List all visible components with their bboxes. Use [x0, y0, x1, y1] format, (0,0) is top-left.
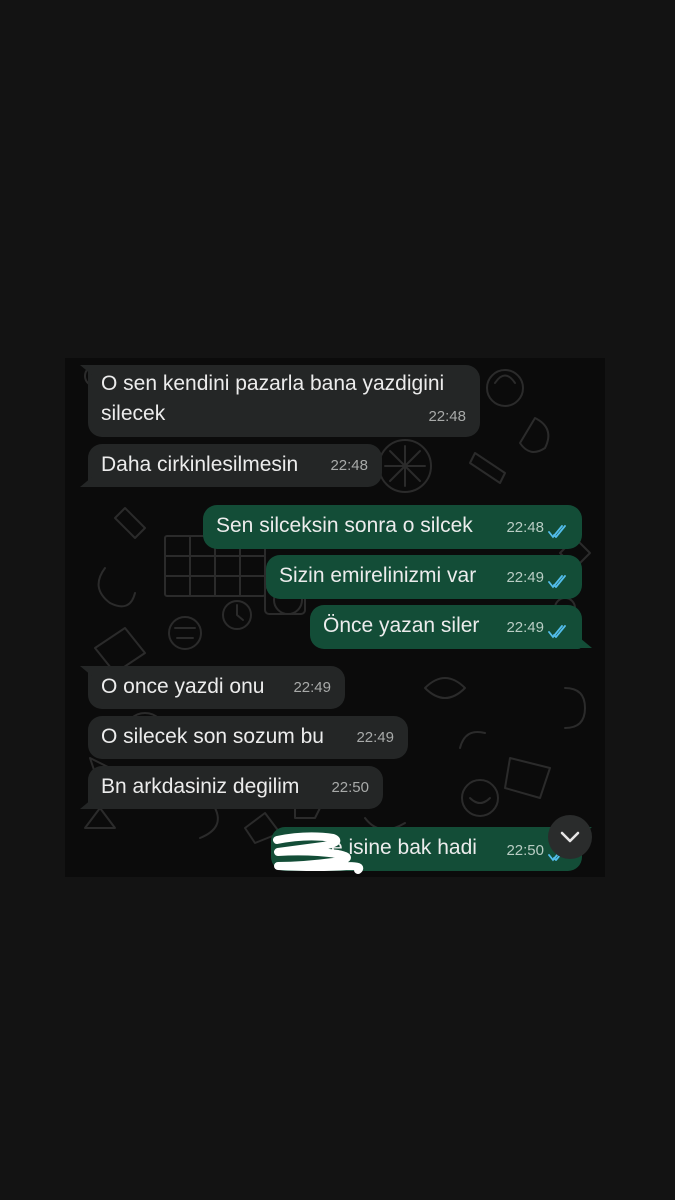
scroll-to-bottom-button[interactable] [548, 815, 592, 859]
message-text: Bn arkdasiniz degilim [101, 775, 300, 798]
message-bubble-incoming[interactable]: O silecek son sozum bu 22:49 [88, 716, 408, 759]
message-bubble-outgoing[interactable]: Önce yazan siler 22:49 [310, 605, 582, 649]
message-text: O silecek son sozum bu [101, 725, 324, 748]
bubble-tail [580, 638, 592, 648]
message-text: O once yazdi onu [101, 675, 265, 698]
bubble-tail [80, 799, 92, 809]
message-text: O sen kendini pazarla bana yazdigini [101, 372, 445, 395]
chat-view[interactable]: O sen kendini pazarla bana yazdigini sil… [65, 358, 605, 877]
screenshot-canvas: O sen kendini pazarla bana yazdigini sil… [0, 0, 675, 1200]
bubble-tail [80, 477, 92, 487]
message-bubble-incoming[interactable]: Bn arkdasiniz degilim 22:50 [88, 766, 383, 809]
message-timestamp: 22:49 [356, 729, 394, 746]
message-timestamp: 22:49 [293, 679, 331, 696]
message-text: Sen silceksin sonra o silcek [216, 514, 473, 537]
double-check-icon [548, 575, 566, 589]
message-timestamp: 22:49 [506, 569, 544, 586]
redaction-scribble [273, 832, 364, 874]
message-text: Daha cirkinlesilmesin [101, 453, 299, 476]
message-bubble-incoming[interactable]: Daha cirkinlesilmesin 22:48 [88, 444, 382, 487]
message-text: Sizin emirelinizmi var [279, 564, 477, 587]
message-bubble-incoming[interactable]: O sen kendini pazarla bana yazdigini sil… [88, 365, 480, 437]
message-text: Önce yazan siler [323, 614, 480, 637]
bubble-tail [80, 666, 92, 676]
message-timestamp: 22:48 [330, 457, 368, 474]
message-timestamp: 22:49 [506, 619, 544, 636]
message-timestamp: 22:50 [331, 779, 369, 796]
message-bubble-outgoing[interactable]: Sen silceksin sonra o silcek 22:48 [203, 505, 582, 549]
bubble-tail [80, 365, 92, 375]
message-bubble-outgoing[interactable]: Sizin emirelinizmi var 22:49 [266, 555, 582, 599]
chevron-down-icon [560, 831, 580, 843]
message-timestamp: 22:48 [506, 519, 544, 536]
message-timestamp: 22:50 [506, 842, 544, 859]
message-bubble-incoming[interactable]: O once yazdi onu 22:49 [88, 666, 345, 709]
double-check-icon [548, 625, 566, 639]
double-check-icon [548, 525, 566, 539]
message-timestamp: 22:48 [428, 408, 466, 425]
message-text: silecek [101, 402, 166, 425]
